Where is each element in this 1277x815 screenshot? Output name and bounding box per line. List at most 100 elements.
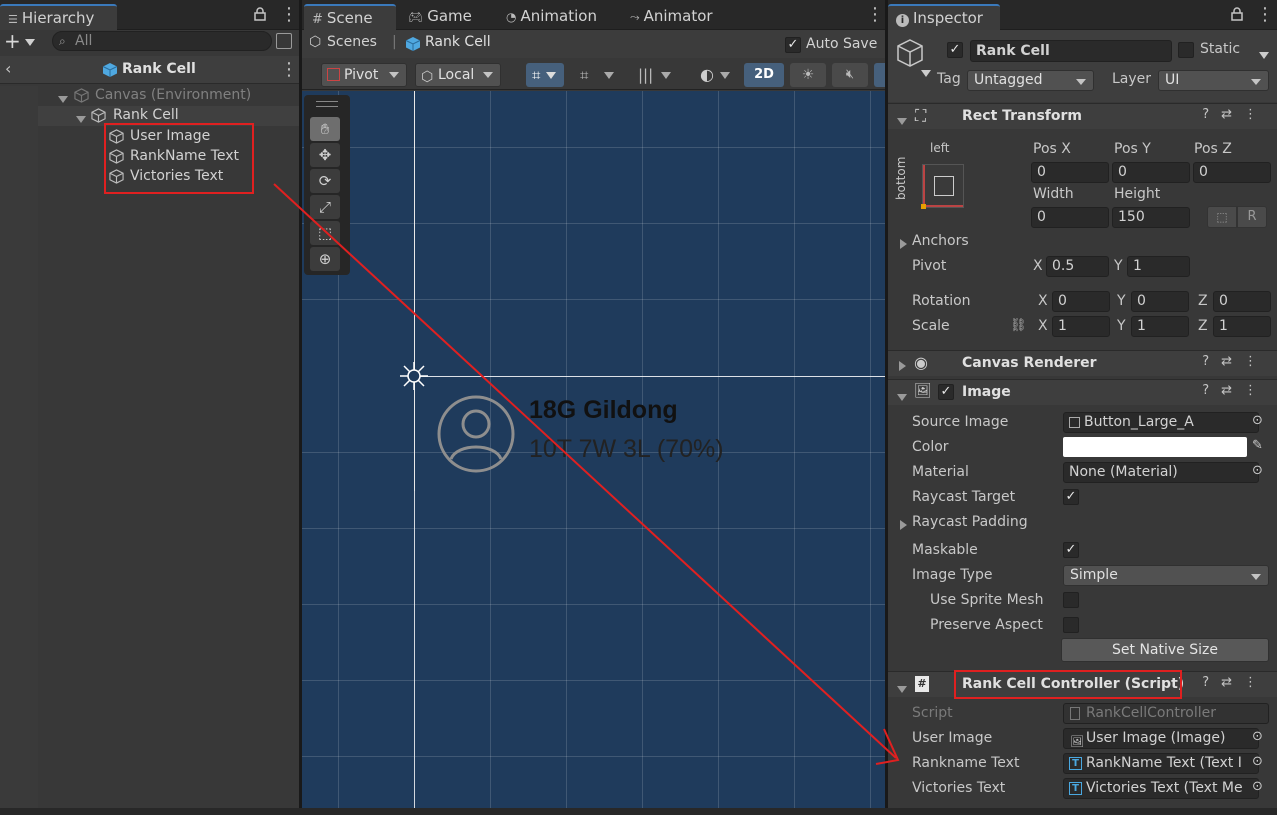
collapse-arrow-icon[interactable]: [897, 118, 907, 125]
prefab-menu-icon[interactable]: [280, 62, 286, 78]
prefab-cube-icon: [405, 37, 421, 51]
width-field[interactable]: 0: [1031, 207, 1109, 228]
lock-icon[interactable]: [254, 7, 266, 21]
expand-arrow-icon[interactable]: [900, 520, 907, 530]
scale-tool-icon[interactable]: ⤢: [310, 195, 340, 219]
raycast-target-checkbox[interactable]: ✓: [1063, 489, 1079, 505]
pos-y-field[interactable]: 0: [1112, 162, 1190, 183]
image-enabled-checkbox[interactable]: ✓: [938, 384, 954, 400]
hierarchy-menu-icon[interactable]: [280, 7, 286, 23]
transform-tool-icon[interactable]: ⊕: [310, 247, 340, 271]
tag-dropdown[interactable]: Untagged: [967, 70, 1094, 91]
preserve-aspect-checkbox[interactable]: [1063, 617, 1079, 633]
image-component-header[interactable]: 🖼︎ ✓ Image ?⇄⋮: [888, 379, 1277, 405]
add-dropdown[interactable]: +: [4, 31, 38, 53]
user-image-field[interactable]: 🖼︎ User Image (Image): [1063, 728, 1259, 749]
expand-arrow-icon[interactable]: [58, 96, 68, 103]
collapse-arrow-icon[interactable]: [897, 394, 907, 401]
breadcrumb-current[interactable]: Rank Cell: [425, 34, 491, 50]
tab-hierarchy[interactable]: ☰ Hierarchy: [0, 4, 117, 30]
object-picker-icon[interactable]: ⊙: [1252, 463, 1263, 478]
color-swatch[interactable]: [1063, 437, 1247, 457]
anchor-presets-button[interactable]: [921, 164, 964, 209]
anchors-label[interactable]: Anchors: [912, 233, 969, 249]
component-actions-icons[interactable]: ?⇄⋮: [1202, 107, 1269, 122]
audio-toggle-icon[interactable]: 🔇︎: [832, 63, 868, 87]
tab-inspector[interactable]: i Inspector: [888, 4, 1000, 30]
rect-tool-icon[interactable]: ⬚: [310, 221, 340, 245]
effects-toggle-icon[interactable]: [874, 63, 885, 87]
eyedropper-icon[interactable]: ✎: [1252, 438, 1263, 453]
scale-x-field[interactable]: 1: [1052, 316, 1110, 337]
scale-y-field[interactable]: 1: [1131, 316, 1189, 337]
scale-z-field[interactable]: 1: [1213, 316, 1271, 337]
hand-tool-icon[interactable]: ✋︎: [310, 117, 340, 141]
source-image-field[interactable]: Button_Large_A: [1063, 412, 1259, 433]
scene-menu-icon[interactable]: [866, 7, 872, 23]
scene-viewport[interactable]: 18G Gildong 10T 7W 3L (70%): [302, 91, 885, 808]
rect-transform-header[interactable]: ⛶ Rect Transform ?⇄⋮: [888, 103, 1277, 129]
breadcrumb-scenes[interactable]: Scenes: [327, 34, 377, 50]
collapse-arrow-icon[interactable]: [897, 686, 907, 693]
grid-snap-button[interactable]: ⌗: [526, 63, 564, 87]
component-actions-icons[interactable]: ?⇄⋮: [1202, 675, 1269, 690]
raw-edit-button[interactable]: R: [1237, 206, 1267, 228]
image-type-dropdown[interactable]: Simple: [1063, 565, 1269, 586]
raycast-padding-label[interactable]: Raycast Padding: [912, 514, 1028, 530]
object-picker-icon[interactable]: ⊙: [1252, 729, 1263, 744]
shading-mode-button[interactable]: ◐: [696, 63, 736, 87]
move-tool-icon[interactable]: ✥: [310, 143, 340, 167]
scene-search-icon[interactable]: [276, 33, 292, 49]
expand-arrow-icon[interactable]: [900, 239, 907, 249]
material-field[interactable]: None (Material): [1063, 462, 1259, 483]
snap-increment-button[interactable]: ⌗: [574, 63, 622, 87]
use-sprite-mesh-checkbox[interactable]: [1063, 592, 1079, 608]
active-checkbox[interactable]: ✓: [947, 42, 963, 58]
pos-z-field[interactable]: 0: [1193, 162, 1271, 183]
rotation-y-field[interactable]: 0: [1131, 291, 1189, 312]
layer-dropdown[interactable]: UI: [1158, 70, 1269, 91]
tab-scene[interactable]: # Scene: [304, 4, 396, 30]
rankname-text-field[interactable]: T RankName Text (Text I: [1063, 753, 1259, 774]
rotation-x-field[interactable]: 0: [1052, 291, 1110, 312]
ruler-button[interactable]: |||: [632, 63, 674, 87]
rotation-z-field[interactable]: 0: [1213, 291, 1271, 312]
auto-save-checkbox[interactable]: ✓: [785, 37, 801, 53]
tab-animation[interactable]: ◔ Animation: [498, 4, 605, 30]
palette-drag-handle[interactable]: [316, 101, 338, 107]
icon-picker-arrow[interactable]: [921, 65, 931, 81]
tree-row-canvas[interactable]: Canvas (Environment): [0, 86, 299, 106]
height-field[interactable]: 150: [1112, 207, 1190, 228]
static-checkbox[interactable]: [1178, 42, 1194, 58]
maskable-checkbox[interactable]: ✓: [1063, 542, 1079, 558]
lock-icon[interactable]: [1231, 7, 1243, 21]
tab-animator[interactable]: ⤳ Animator: [622, 4, 721, 30]
object-picker-icon[interactable]: ⊙: [1252, 754, 1263, 769]
object-name-field[interactable]: Rank Cell: [970, 40, 1172, 62]
tab-game[interactable]: 🎮︎ Game: [400, 4, 480, 30]
rotate-tool-icon[interactable]: ⟳: [310, 169, 340, 193]
object-picker-icon[interactable]: ⊙: [1252, 413, 1263, 428]
inspector-menu-icon[interactable]: [1256, 7, 1262, 23]
blueprint-mode-button[interactable]: ⬚: [1207, 206, 1237, 228]
static-dropdown-arrow[interactable]: [1259, 47, 1269, 63]
back-arrow-icon[interactable]: ‹: [5, 59, 11, 78]
set-native-size-button[interactable]: Set Native Size: [1061, 638, 1269, 662]
component-actions-icons[interactable]: ?⇄⋮: [1202, 383, 1269, 398]
pivot-dropdown[interactable]: Pivot: [321, 63, 407, 87]
victories-text-field[interactable]: T Victories Text (Text Me: [1063, 778, 1259, 799]
2d-toggle-button[interactable]: 2D: [744, 63, 784, 87]
pivot-gizmo-icon[interactable]: [399, 361, 429, 391]
search-input[interactable]: ⌕ All: [52, 31, 272, 51]
expand-arrow-icon[interactable]: [899, 361, 906, 371]
object-picker-icon[interactable]: ⊙: [1252, 779, 1263, 794]
constrain-proportions-icon[interactable]: ⛓: [1010, 318, 1027, 333]
pivot-x-field[interactable]: 0.5: [1046, 256, 1109, 277]
lighting-toggle-icon[interactable]: ☀: [790, 63, 826, 87]
canvas-renderer-header[interactable]: ◉ Canvas Renderer ?⇄⋮: [888, 350, 1277, 376]
pivot-y-field[interactable]: 1: [1127, 256, 1190, 277]
local-dropdown[interactable]: ⬡ Local: [415, 63, 501, 87]
expand-arrow-icon[interactable]: [76, 116, 86, 123]
component-actions-icons[interactable]: ?⇄⋮: [1202, 354, 1269, 369]
pos-x-field[interactable]: 0: [1031, 162, 1109, 183]
